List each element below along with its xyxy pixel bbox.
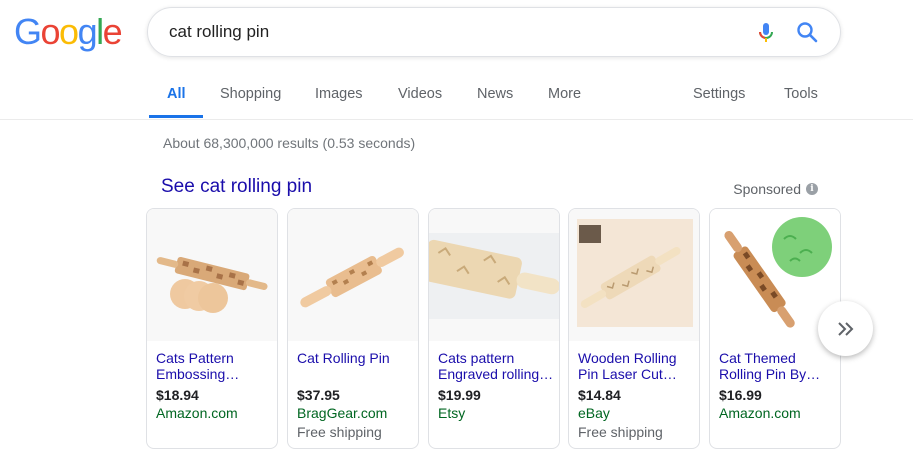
tab-videos[interactable]: Videos (398, 86, 442, 102)
tab-all[interactable]: All (167, 86, 186, 102)
product-card[interactable]: Cats pattern Engraved rolling… $19.99 Et… (428, 208, 560, 449)
logo-letter: e (102, 11, 123, 52)
product-image[interactable] (569, 209, 699, 341)
product-title-line: Pin Laser Cut… (578, 366, 677, 382)
product-image[interactable] (429, 209, 559, 341)
carousel-next-button[interactable] (818, 301, 873, 356)
product-title[interactable]: Cats pattern Engraved rolling… (438, 350, 556, 382)
product-title-line: Cats pattern (438, 350, 515, 366)
product-card[interactable]: Wooden Rolling Pin Laser Cut… $14.84 eBa… (568, 208, 700, 449)
logo-letter: o (40, 11, 61, 52)
logo-letter: o (59, 11, 79, 52)
product-shipping: Free shipping (297, 424, 382, 440)
logo-letter: G (14, 11, 42, 52)
product-title-line: Cat Rolling Pin (297, 350, 390, 366)
product-title-line: Wooden Rolling (578, 350, 677, 366)
product-title-line: Rolling Pin By… (719, 366, 821, 382)
search-input[interactable]: cat rolling pin (169, 22, 269, 42)
product-title-line: Embossing… (156, 366, 240, 382)
tab-tools[interactable]: Tools (784, 86, 818, 102)
search-tabs: All Shopping Images Videos News More Set… (0, 68, 913, 120)
result-stats: About 68,300,000 results (0.53 seconds) (163, 135, 416, 151)
logo-letter: g (77, 11, 98, 52)
info-icon[interactable]: i (806, 183, 818, 195)
product-title[interactable]: Wooden Rolling Pin Laser Cut… (578, 350, 696, 382)
product-image[interactable] (147, 209, 277, 341)
product-image[interactable] (288, 209, 418, 341)
product-merchant: Amazon.com (156, 405, 238, 421)
mic-icon[interactable] (754, 21, 778, 45)
product-shipping: Free shipping (578, 424, 663, 440)
product-price: $16.99 (719, 387, 762, 403)
product-title-line: Engraved rolling… (438, 366, 554, 382)
product-merchant: eBay (578, 405, 610, 421)
product-title[interactable]: Cat Themed Rolling Pin By… (719, 350, 837, 382)
product-title[interactable]: Cats Pattern Embossing… (156, 350, 274, 382)
search-icon[interactable] (795, 20, 819, 44)
sponsored-label: Sponsored i (733, 181, 818, 197)
tab-settings[interactable]: Settings (693, 86, 745, 102)
product-card[interactable]: Cat Rolling Pin $37.95 BragGear.com Free… (287, 208, 419, 449)
product-merchant: BragGear.com (297, 405, 388, 421)
tab-shopping[interactable]: Shopping (220, 86, 281, 102)
shopping-unit-title[interactable]: See cat rolling pin (161, 176, 312, 198)
product-title-line: Cat Themed (719, 350, 796, 366)
tab-images[interactable]: Images (315, 86, 363, 102)
tab-news[interactable]: News (477, 86, 513, 102)
product-price: $37.95 (297, 387, 340, 403)
product-title[interactable]: Cat Rolling Pin (297, 350, 415, 366)
active-tab-indicator (149, 115, 203, 118)
product-merchant: Etsy (438, 405, 466, 421)
tab-more[interactable]: More (548, 86, 581, 102)
product-price: $19.99 (438, 387, 481, 403)
product-card[interactable]: Cats Pattern Embossing… $18.94 Amazon.co… (146, 208, 278, 449)
sponsored-text: Sponsored (733, 181, 801, 197)
product-merchant: Amazon.com (719, 405, 801, 421)
search-box[interactable]: cat rolling pin (147, 7, 841, 57)
product-price: $14.84 (578, 387, 621, 403)
product-price: $18.94 (156, 387, 199, 403)
product-title-line: Cats Pattern (156, 350, 234, 366)
chevron-double-right-icon (837, 321, 853, 336)
google-logo[interactable]: Google (14, 11, 123, 52)
